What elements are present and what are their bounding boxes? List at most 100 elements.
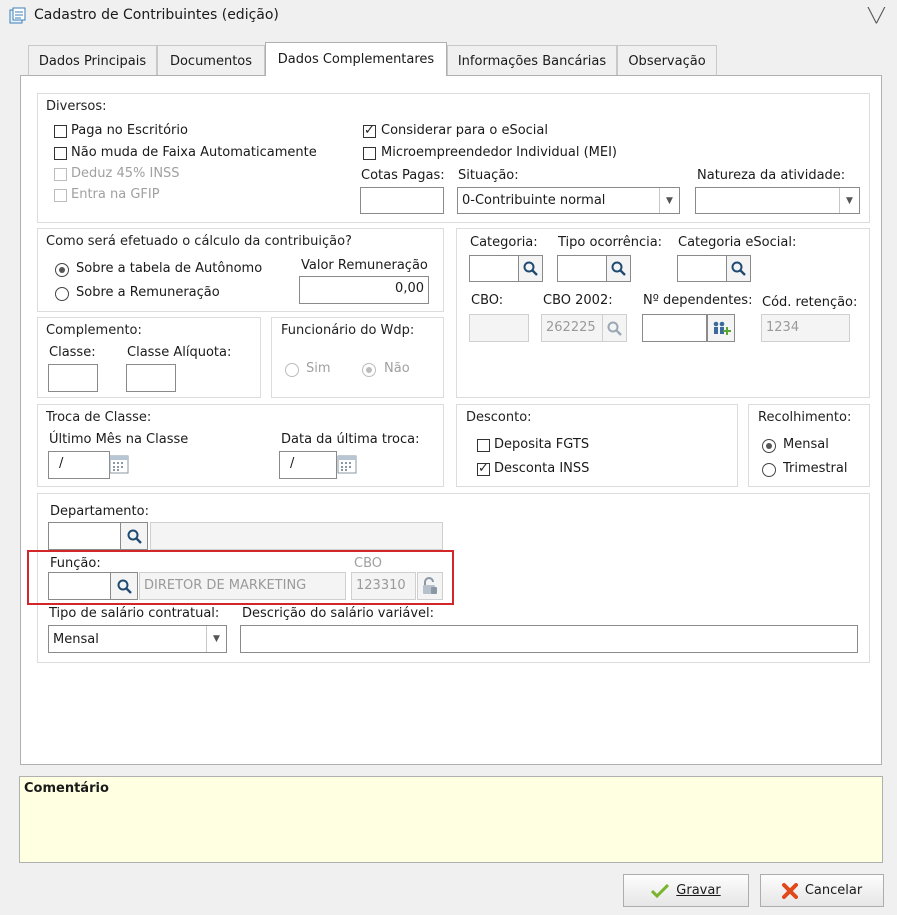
comentario-area[interactable] (19, 776, 883, 863)
calendar-icon[interactable] (109, 454, 129, 474)
cotas-input[interactable] (360, 187, 444, 214)
categoria-group (456, 228, 870, 398)
tab-dados-complementares[interactable]: Dados Complementares (265, 42, 447, 76)
dependentes-input[interactable] (642, 314, 707, 342)
calculo-remuneracao-radio[interactable] (55, 287, 69, 301)
funcionario-sim-label: Sim (306, 361, 331, 376)
recolhimento-trimestral-label: Trimestral (783, 461, 848, 476)
complemento-title: Complemento: (46, 323, 142, 338)
classe-label: Classe: (49, 345, 96, 360)
descricao-salario-label: Descrição do salário variável: (242, 606, 435, 621)
desconta-inss-label: Desconta INSS (494, 461, 590, 476)
nao-muda-faixa-checkbox[interactable] (54, 147, 67, 160)
search-icon[interactable] (606, 255, 631, 282)
classe-input[interactable] (48, 364, 98, 392)
departamento-input[interactable] (48, 522, 121, 550)
calculo-autonomo-radio[interactable] (55, 263, 69, 277)
troca-title: Troca de Classe: (46, 410, 152, 425)
departamento-label: Departamento: (50, 504, 149, 519)
cbo2002-input[interactable]: 262225 (541, 314, 603, 342)
cotas-label: Cotas Pagas: (361, 168, 445, 183)
cbo2002-label: CBO 2002: (543, 293, 613, 308)
tab-documentos[interactable]: Documentos (157, 45, 265, 76)
recolhimento-trimestral-radio[interactable] (762, 463, 776, 477)
chevron-down-icon[interactable]: ▼ (206, 626, 226, 652)
recolhimento-title: Recolhimento: (758, 410, 852, 425)
tipo-salario-select[interactable]: Mensal (48, 625, 227, 653)
cbo-input[interactable] (469, 314, 529, 342)
tipo-ocorrencia-input[interactable] (557, 255, 607, 282)
funcionario-sim-radio[interactable] (285, 363, 299, 377)
valor-remuneracao-input[interactable]: 0,00 (299, 276, 429, 304)
tipo-ocorrencia-label: Tipo ocorrência: (558, 235, 663, 250)
considerar-esocial-checkbox[interactable] (363, 123, 376, 138)
classe-aliquota-input[interactable] (126, 364, 176, 392)
comentario-title: Comentário (24, 781, 109, 796)
classe-aliquota-label: Classe Alíquota: (127, 345, 232, 360)
mei-checkbox[interactable] (363, 147, 376, 160)
cancelar-button[interactable]: Cancelar (760, 874, 884, 907)
deposita-fgts-checkbox[interactable] (477, 439, 490, 452)
situacao-label: Situação: (458, 168, 519, 183)
descricao-salario-input[interactable] (240, 625, 858, 653)
cancelar-label: Cancelar (804, 883, 863, 898)
paga-escritorio-checkbox[interactable] (54, 125, 67, 138)
check-icon (651, 883, 670, 898)
ultimo-mes-label: Último Mês na Classe (49, 432, 189, 447)
valor-remuneracao-label: Valor Remuneração (301, 258, 428, 273)
natureza-select[interactable] (695, 187, 860, 214)
search-icon[interactable] (120, 522, 148, 550)
dependentes-label: Nº dependentes: (643, 293, 753, 308)
app-icon (9, 7, 26, 24)
cbo-label: CBO: (471, 293, 504, 308)
funcionario-title: Funcionário do Wdp: (281, 323, 415, 338)
data-troca-label: Data da última troca: (281, 432, 420, 447)
departamento-desc (150, 522, 443, 550)
diversos-title: Diversos: (46, 99, 107, 114)
window-title: Cadastro de Contribuintes (edição) (34, 7, 279, 23)
mei-label: Microempreendedor Individual (MEI) (381, 145, 617, 160)
nao-muda-faixa-label: Não muda de Faixa Automaticamente (71, 145, 317, 160)
chevron-down-icon[interactable]: ▼ (659, 188, 679, 213)
calculo-remuneracao-label: Sobre a Remuneração (76, 285, 220, 300)
data-troca-input[interactable]: / (279, 451, 337, 479)
funcionario-nao-label: Não (384, 361, 410, 376)
funcionario-nao-radio[interactable] (362, 363, 376, 377)
tab-informacoes-bancarias[interactable]: Informações Bancárias (447, 45, 617, 76)
chevron-down-icon[interactable]: ▼ (839, 188, 859, 213)
gravar-button[interactable]: Gravar (623, 874, 749, 907)
funcao-highlight-box (27, 550, 454, 605)
categoria-esocial-label: Categoria eSocial: (678, 235, 797, 250)
considerar-esocial-label: Considerar para o eSocial (381, 123, 548, 138)
retencao-input[interactable]: 1234 (761, 314, 850, 342)
deduz-inss-label: Deduz 45% INSS (71, 166, 180, 181)
search-icon[interactable] (602, 314, 627, 342)
deduz-inss-checkbox[interactable] (54, 168, 67, 181)
entra-gfip-checkbox[interactable] (54, 189, 67, 202)
calculo-autonomo-label: Sobre a tabela de Autônomo (76, 261, 263, 276)
recolhimento-mensal-radio[interactable] (762, 439, 776, 453)
calendar-icon[interactable] (337, 454, 357, 474)
deposita-fgts-label: Deposita FGTS (494, 437, 590, 452)
tab-dados-principais[interactable]: Dados Principais (28, 45, 157, 76)
close-icon[interactable]: ╲╱ (868, 8, 885, 24)
categoria-esocial-input[interactable] (677, 255, 727, 282)
desconto-title: Desconto: (466, 410, 532, 425)
calculo-title: Como será efetuado o cálculo da contribu… (46, 234, 352, 249)
ultimo-mes-input[interactable]: / (48, 451, 110, 479)
tab-observacao[interactable]: Observação (617, 45, 717, 76)
recolhimento-mensal-label: Mensal (783, 437, 829, 452)
gravar-label: Gravar (676, 883, 721, 898)
cancel-x-icon (781, 882, 798, 899)
search-icon[interactable] (726, 255, 751, 282)
categoria-label: Categoria: (470, 235, 538, 250)
categoria-input[interactable] (469, 255, 519, 282)
desconta-inss-checkbox[interactable] (477, 461, 490, 476)
natureza-label: Natureza da atividade: (697, 168, 846, 183)
entra-gfip-label: Entra na GFIP (71, 187, 160, 202)
situacao-select[interactable]: 0-Contribuinte normal (457, 187, 680, 214)
retencao-label: Cód. retenção: (762, 295, 858, 310)
search-icon[interactable] (518, 255, 543, 282)
tipo-salario-label: Tipo de salário contratual: (49, 606, 220, 621)
add-dependents-icon[interactable] (707, 314, 735, 342)
